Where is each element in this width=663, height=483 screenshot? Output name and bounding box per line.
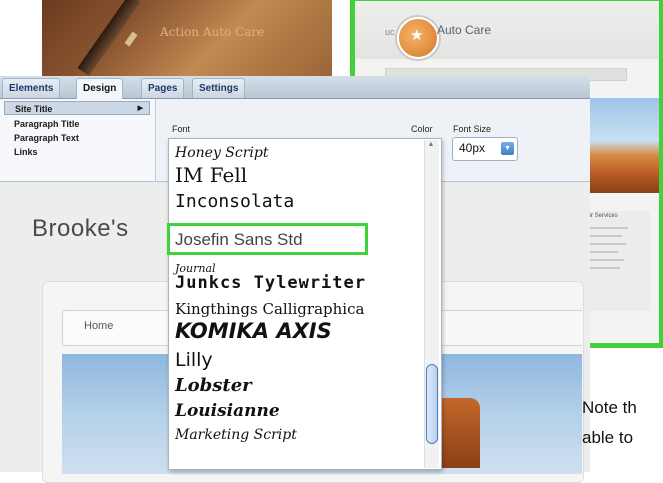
font-option[interactable]: Honey Script	[175, 145, 269, 161]
menu-item-paragraph-title[interactable]: Paragraph Title	[4, 117, 150, 131]
note-text-line-2: able to	[582, 428, 634, 447]
font-option[interactable]: Louisianne	[175, 401, 280, 421]
note-text-line-1: Note th	[582, 398, 637, 417]
font-option[interactable]: Marketing Script	[175, 427, 297, 443]
font-size-select[interactable]: 40px ▼	[452, 137, 518, 161]
pen-nib-graphic	[124, 31, 138, 47]
font-option[interactable]: IM Fell	[175, 163, 247, 187]
font-option[interactable]: Inconsolata	[175, 191, 294, 212]
thumbnail-title: Action Auto Care	[160, 25, 265, 39]
editor-tab-bar: Elements Design Pages Settings	[0, 76, 590, 99]
tab-design[interactable]: Design	[76, 78, 124, 99]
chevron-right-icon: ▶	[137, 105, 143, 112]
scrollbar-thumb[interactable]	[426, 364, 438, 444]
chevron-down-icon[interactable]: ▼	[501, 142, 514, 155]
design-menu: Site Title ▶ Paragraph Title Paragraph T…	[0, 99, 156, 181]
menu-item-site-title[interactable]: Site Title ▶	[4, 101, 150, 115]
font-option[interactable]: KOMIKA AXIS	[175, 319, 332, 343]
menu-item-paragraph-text[interactable]: Paragraph Text	[4, 131, 150, 145]
color-label: Color	[411, 124, 433, 134]
font-dropdown-list[interactable]: Honey Script IM Fell Inconsolata Josefin…	[168, 138, 442, 470]
template-thumbnail-left: Action Auto Care	[42, 0, 332, 78]
font-option[interactable]: Lilly	[175, 349, 213, 371]
page-title[interactable]: Brooke's	[32, 215, 129, 243]
preview-title-prefix: uc	[385, 27, 395, 37]
menu-item-links[interactable]: Links	[4, 145, 150, 159]
preview-services-box	[580, 211, 650, 311]
font-size-label: Font Size	[453, 124, 492, 134]
tab-settings[interactable]: Settings	[192, 78, 246, 98]
font-label: Font	[172, 124, 191, 134]
font-option[interactable]: Kingthings Calligraphica	[175, 300, 364, 318]
font-option[interactable]: Lobster	[175, 375, 252, 396]
nav-home-tab[interactable]	[62, 310, 174, 346]
font-option[interactable]: Junkcs Tylewriter	[175, 273, 366, 293]
star-icon: ★	[410, 27, 424, 44]
preview-title: Auto Care	[437, 23, 492, 37]
highlight-box	[167, 223, 368, 255]
menu-item-label: Site Title	[15, 104, 53, 114]
scroll-up-icon[interactable]: ▲	[426, 141, 436, 151]
nav-home-label[interactable]: Home	[84, 320, 113, 332]
tab-elements[interactable]: Elements	[2, 78, 61, 98]
font-size-value: 40px	[459, 141, 486, 155]
tab-pages[interactable]: Pages	[141, 78, 185, 98]
